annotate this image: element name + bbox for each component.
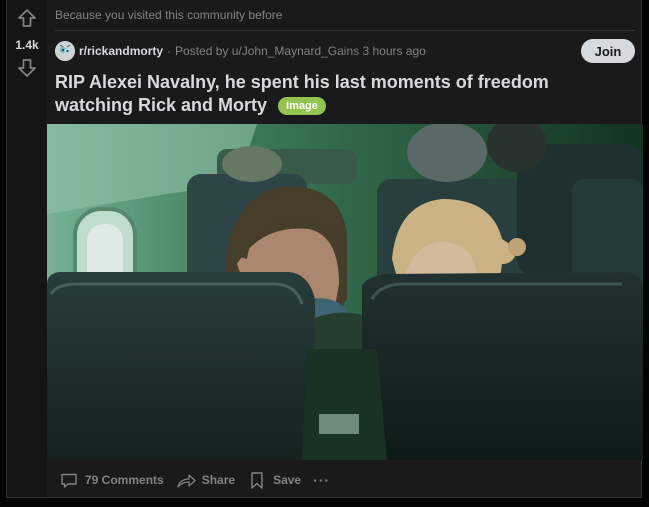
- airplane-cabin-photo: [47, 124, 643, 460]
- share-label: Share: [201, 473, 236, 487]
- more-options-button[interactable]: ···: [307, 466, 336, 494]
- post-flair[interactable]: Image: [278, 97, 326, 115]
- vote-column: 1.4k: [7, 0, 47, 497]
- subreddit-icon[interactable]: [55, 41, 75, 61]
- save-icon: [251, 472, 263, 489]
- comments-label: 79 Comments: [85, 473, 164, 487]
- save-label: Save: [273, 473, 302, 487]
- posted-by[interactable]: Posted by u/John_Maynard_Gains 3 hours a…: [175, 44, 426, 58]
- share-button[interactable]: Share: [170, 466, 241, 494]
- divider: [55, 30, 635, 31]
- share-icon: [177, 474, 196, 488]
- downvote-icon[interactable]: [15, 56, 39, 80]
- post-actions: 79 Comments Share Save ···: [53, 466, 336, 494]
- comment-icon: [61, 473, 77, 488]
- post-title[interactable]: RIP Alexei Navalny, he spent his last mo…: [55, 71, 625, 117]
- post-card[interactable]: 1.4k Because you visited this community …: [6, 0, 643, 498]
- save-button[interactable]: Save: [241, 466, 307, 494]
- join-button[interactable]: Join: [581, 39, 635, 63]
- vote-score: 1.4k: [15, 38, 39, 52]
- subreddit-link[interactable]: r/rickandmorty: [79, 44, 163, 58]
- meta-separator: ·: [167, 44, 172, 58]
- comments-button[interactable]: 79 Comments: [53, 466, 170, 494]
- post-meta: r/rickandmorty · Posted by u/John_Maynar…: [55, 41, 426, 61]
- upvote-icon[interactable]: [15, 6, 39, 30]
- recommendation-note: Because you visited this community befor…: [55, 8, 283, 22]
- more-icon: ···: [313, 472, 331, 488]
- post-image[interactable]: [47, 124, 643, 460]
